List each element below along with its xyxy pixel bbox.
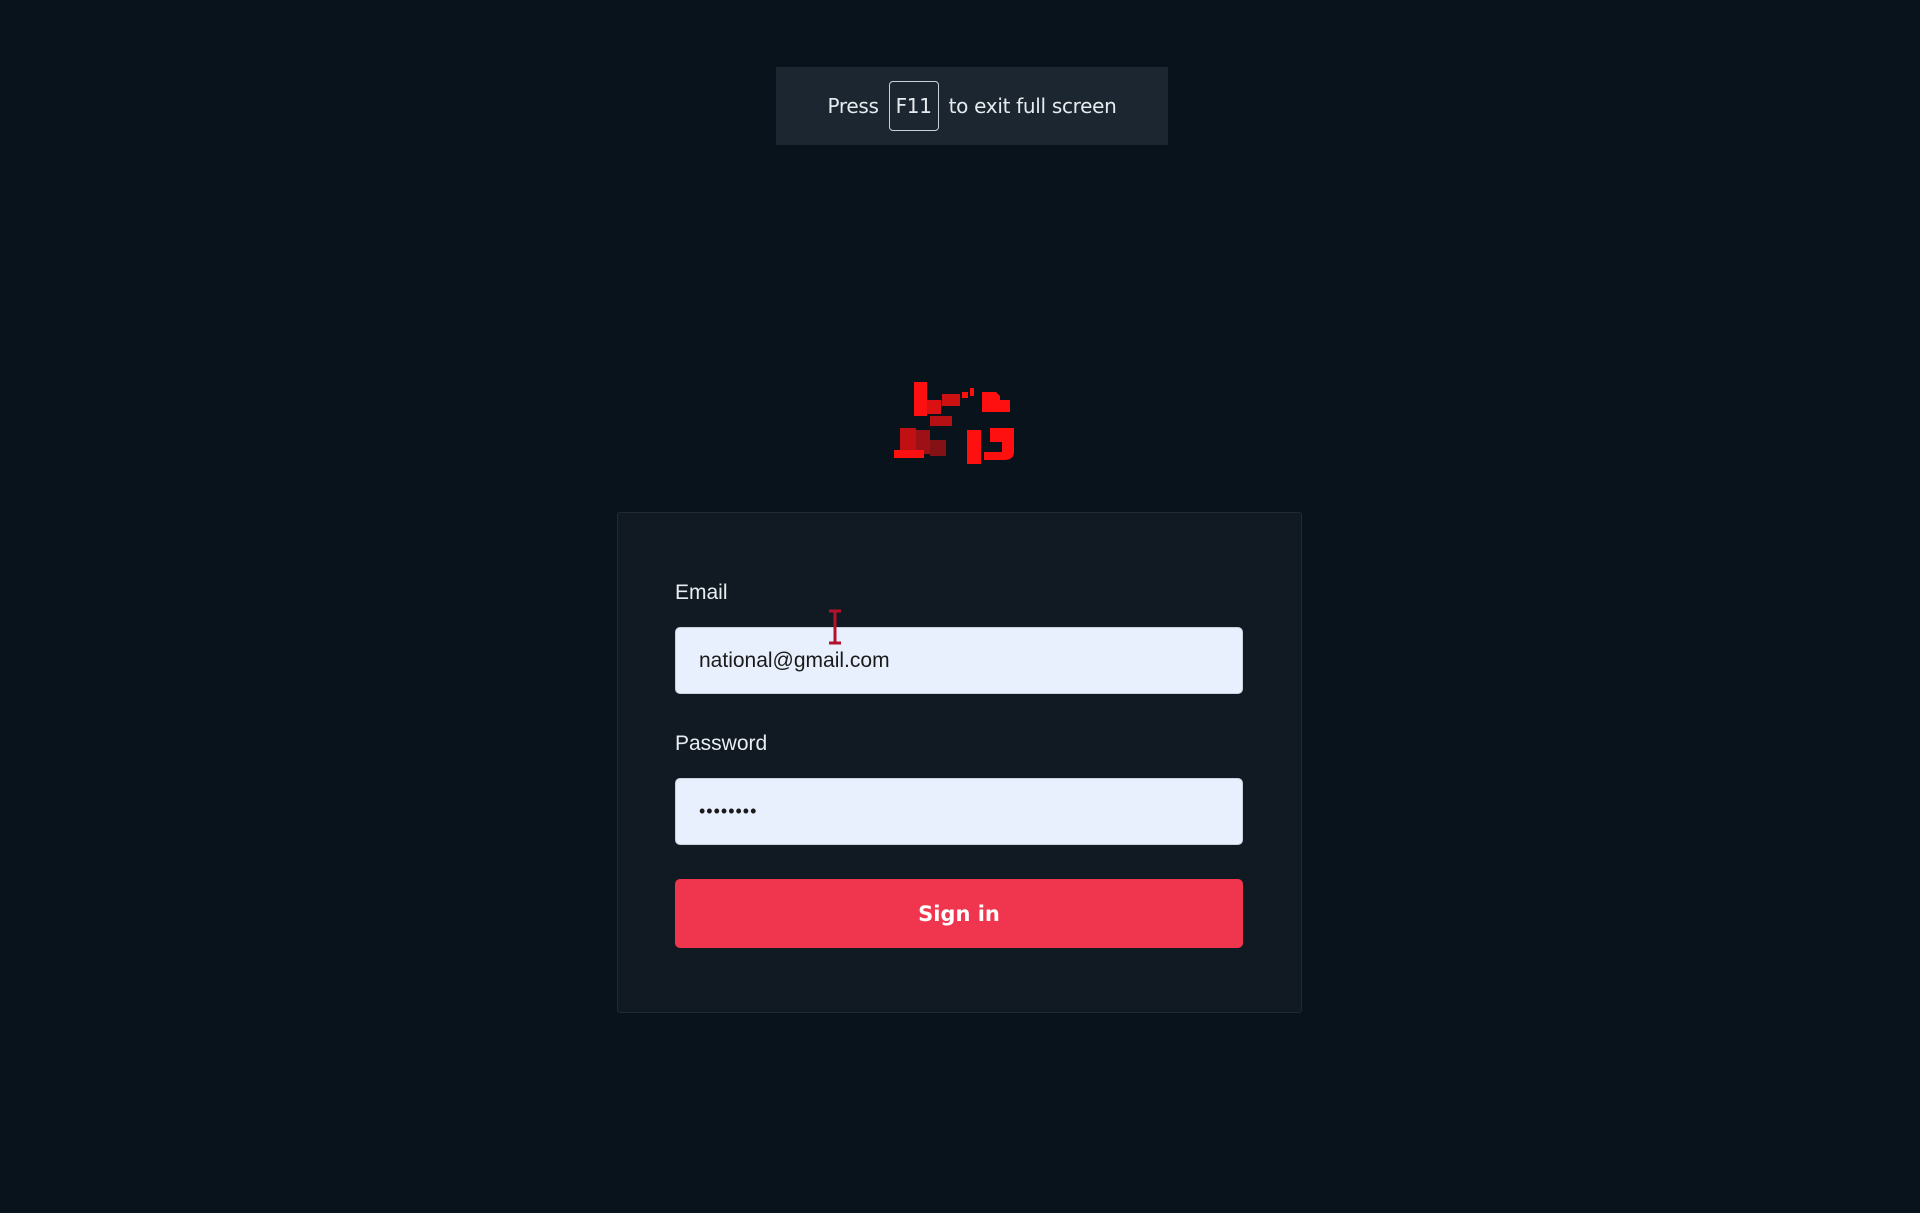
email-label: Email bbox=[675, 581, 728, 604]
login-card: Email Password Sign in bbox=[617, 512, 1302, 1013]
password-label: Password bbox=[675, 732, 768, 755]
brand-logo-icon bbox=[890, 378, 1036, 470]
login-page: Press F11 to exit full screen Email nati… bbox=[0, 0, 1920, 1213]
password-field[interactable] bbox=[675, 778, 1243, 845]
fullscreen-notice-suffix: to exit full screen bbox=[948, 94, 1117, 118]
email-field[interactable] bbox=[675, 627, 1243, 694]
f11-key-badge: F11 bbox=[888, 81, 939, 131]
text-cursor-icon bbox=[828, 608, 842, 646]
sign-in-button[interactable]: Sign in bbox=[675, 879, 1243, 948]
fullscreen-notice-prefix: Press bbox=[827, 94, 879, 118]
fullscreen-notice: Press F11 to exit full screen bbox=[776, 67, 1168, 145]
